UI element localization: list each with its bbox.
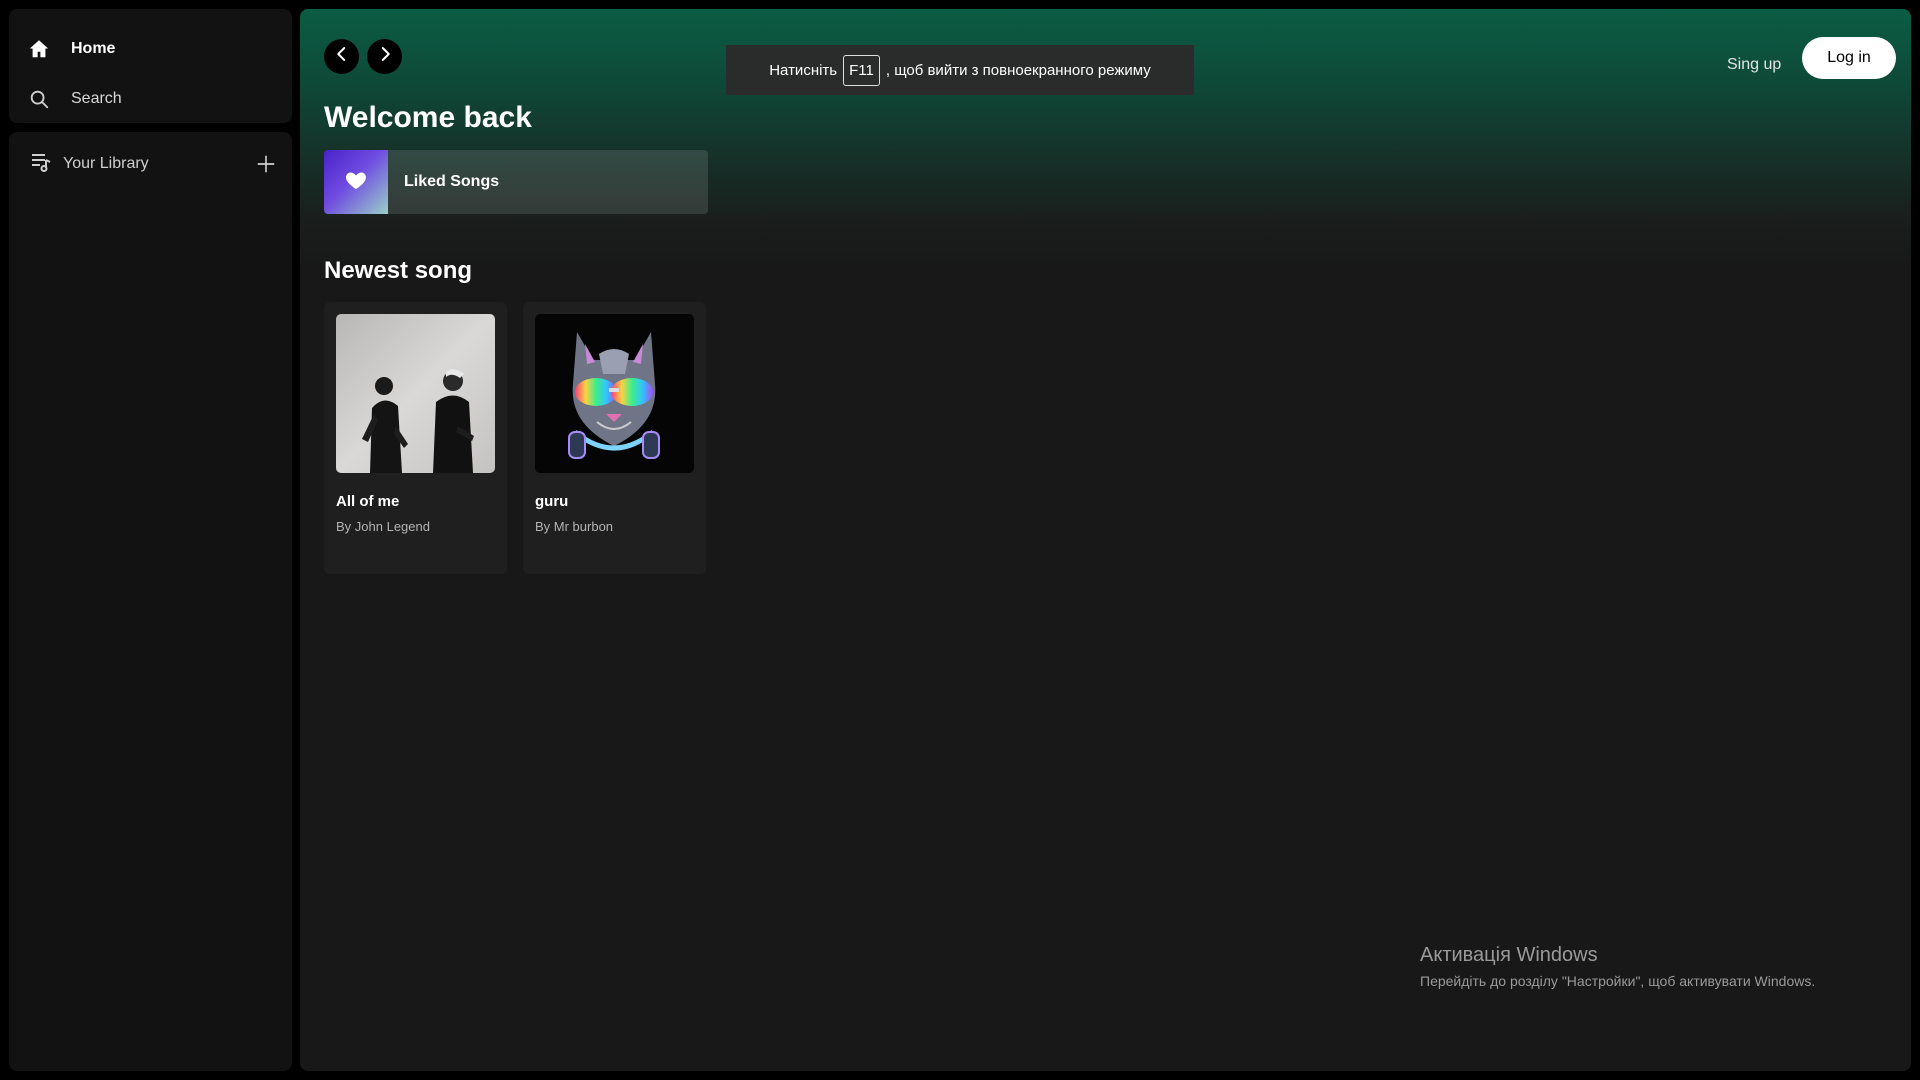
windows-activation-watermark: Активація Windows Перейдіть до розділу "… xyxy=(1420,944,1815,989)
song-artist: By Mr burbon xyxy=(535,519,614,534)
sidebar-nav: Home Search xyxy=(9,9,292,123)
home-icon xyxy=(27,37,51,61)
song-card[interactable]: guru By Mr burbon xyxy=(523,302,706,574)
search-icon xyxy=(27,87,51,111)
song-title: guru xyxy=(535,493,569,510)
history-nav xyxy=(324,39,402,74)
library-panel: Your Library xyxy=(9,132,292,1071)
activation-subtitle: Перейдіть до розділу "Настройки", щоб ак… xyxy=(1420,973,1816,989)
song-cover-image xyxy=(535,314,694,473)
page-title: Welcome back xyxy=(324,101,532,134)
liked-songs-label: Liked Songs xyxy=(404,173,500,190)
activation-title: Активація Windows xyxy=(1420,944,1598,966)
nav-home-label: Home xyxy=(71,40,116,57)
forward-button[interactable] xyxy=(367,39,402,74)
fullscreen-notice: Натисніть F11 , щоб вийти з повноекранно… xyxy=(726,45,1194,95)
fullscreen-notice-after: , щоб вийти з повноекранного режиму xyxy=(885,61,1151,79)
fullscreen-notice-before: Натисніть xyxy=(769,61,838,79)
nav-search-label: Search xyxy=(71,90,122,107)
chevron-right-icon xyxy=(376,45,394,68)
back-button[interactable] xyxy=(324,39,359,74)
heart-icon xyxy=(344,168,368,197)
song-list: All of me By John Legend guru By Mr burb… xyxy=(324,302,706,574)
song-title: All of me xyxy=(336,493,400,510)
login-button[interactable]: Log in xyxy=(1802,37,1896,79)
nav-search[interactable]: Search xyxy=(27,84,122,114)
section-title: Newest song xyxy=(324,257,473,284)
liked-songs-tile[interactable]: Liked Songs xyxy=(324,150,708,214)
song-artist: By John Legend xyxy=(336,519,430,534)
main-content: Натисніть F11 , щоб вийти з повноекранно… xyxy=(300,9,1911,1071)
library-icon[interactable] xyxy=(29,150,53,179)
library-label[interactable]: Your Library xyxy=(63,155,149,173)
library-header: Your Library xyxy=(29,149,279,179)
chevron-left-icon xyxy=(333,45,351,68)
nav-home[interactable]: Home xyxy=(27,34,115,64)
plus-icon[interactable] xyxy=(253,151,279,177)
liked-songs-art xyxy=(324,150,388,214)
song-card[interactable]: All of me By John Legend xyxy=(324,302,507,574)
fullscreen-key: F11 xyxy=(843,54,880,86)
signup-button[interactable]: Sing up xyxy=(1719,45,1789,85)
song-cover-image xyxy=(336,314,495,473)
